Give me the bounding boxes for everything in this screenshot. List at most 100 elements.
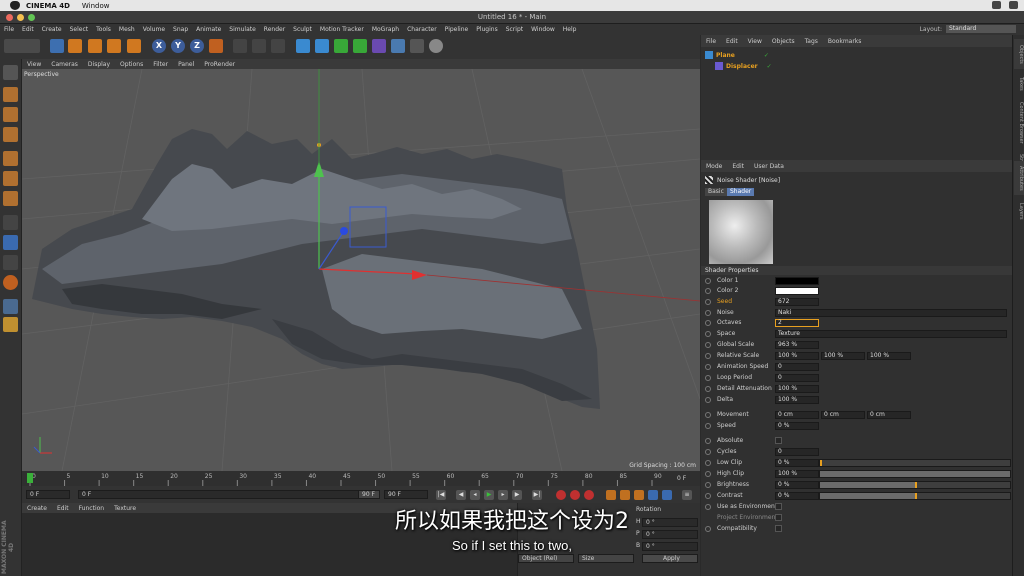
attr-menu-edit[interactable]: Edit	[727, 163, 749, 170]
menu-tools[interactable]: Tools	[92, 26, 115, 33]
points-mode-icon[interactable]	[3, 151, 18, 166]
x-axis-lock-button[interactable]: X	[152, 39, 166, 53]
undo-redo-icon[interactable]	[4, 39, 40, 53]
menu-help[interactable]: Help	[559, 26, 581, 33]
playhead[interactable]	[27, 473, 33, 483]
menu-motion-tracker[interactable]: Motion Tracker	[316, 26, 368, 33]
preview-range-start-field[interactable]: 0 F	[78, 490, 378, 499]
position-key-icon[interactable]	[606, 490, 616, 500]
material-manager-area[interactable]	[22, 513, 517, 576]
camera-icon[interactable]	[410, 39, 424, 53]
pla-key-icon[interactable]	[662, 490, 672, 500]
menu-script[interactable]: Script	[502, 26, 527, 33]
coordinate-system-icon[interactable]	[209, 39, 223, 53]
object-menu-objects[interactable]: Objects	[767, 38, 800, 45]
deformer-icon[interactable]	[372, 39, 386, 53]
menu-plugins[interactable]: Plugins	[472, 26, 502, 33]
absolute-checkbox[interactable]	[775, 437, 782, 444]
animation-speed-field[interactable]: 0	[775, 363, 819, 371]
color1-swatch[interactable]	[775, 277, 819, 285]
polygons-mode-icon[interactable]	[3, 191, 18, 206]
relative-scale-x-field[interactable]: 100 %	[775, 352, 819, 360]
menu-snap[interactable]: Snap	[169, 26, 192, 33]
edges-mode-icon[interactable]	[3, 171, 18, 186]
autokey-icon[interactable]	[570, 490, 580, 500]
project-environment-checkbox[interactable]	[775, 514, 782, 521]
menu-create[interactable]: Create	[38, 26, 66, 33]
apple-icon[interactable]	[10, 1, 20, 10]
make-editable-icon[interactable]	[3, 65, 18, 80]
light-icon[interactable]	[429, 39, 443, 53]
compatibility-checkbox[interactable]	[775, 525, 782, 532]
movement-z-field[interactable]: 0 cm	[867, 411, 911, 419]
delta-field[interactable]: 100 %	[775, 396, 819, 404]
tab-attributes[interactable]: Attributes	[1014, 161, 1024, 195]
z-axis-handle-dot[interactable]	[340, 227, 348, 235]
relative-scale-y-field[interactable]: 100 %	[821, 352, 865, 360]
cube-icon[interactable]	[296, 39, 310, 53]
menu-animate[interactable]: Animate	[192, 26, 225, 33]
tab-basic[interactable]: Basic	[705, 188, 727, 196]
record-icon[interactable]	[556, 490, 566, 500]
locking-icon[interactable]	[3, 275, 18, 290]
menu-window[interactable]: Window	[527, 26, 559, 33]
quantize-icon[interactable]	[3, 317, 18, 332]
object-menu-tags[interactable]: Tags	[800, 38, 823, 45]
scale-icon[interactable]	[88, 39, 102, 53]
previous-keyframe-icon[interactable]: ◀	[456, 490, 466, 500]
high-clip-field[interactable]: 100 %	[775, 470, 819, 478]
object-menu-file[interactable]: File	[701, 38, 721, 45]
relative-scale-z-field[interactable]: 100 %	[867, 352, 911, 360]
select-cursor-icon[interactable]	[50, 39, 64, 53]
cycles-field[interactable]: 0	[775, 448, 819, 456]
color2-swatch[interactable]	[775, 287, 819, 295]
viewport-menu-panel[interactable]: Panel	[173, 61, 199, 68]
timeline-options-icon[interactable]: ≡	[682, 490, 692, 500]
contrast-slider[interactable]	[819, 492, 1011, 500]
list-icon[interactable]	[1009, 1, 1018, 9]
menu-volume[interactable]: Volume	[139, 26, 169, 33]
menu-mesh[interactable]: Mesh	[115, 26, 139, 33]
tab-layers[interactable]: Layers	[1014, 199, 1024, 223]
movement-y-field[interactable]: 0 cm	[821, 411, 865, 419]
viewport-menu-view[interactable]: View	[22, 61, 46, 68]
scale-key-icon[interactable]	[620, 490, 630, 500]
rotate-icon[interactable]	[107, 39, 121, 53]
object-name-plane[interactable]: Plane	[716, 52, 735, 59]
detail-attenuation-field[interactable]: 100 %	[775, 385, 819, 393]
coord-h-field[interactable]: 0 °	[642, 518, 698, 527]
apply-button[interactable]: Apply	[642, 554, 698, 563]
render-picture-viewer-icon[interactable]	[252, 39, 266, 53]
global-scale-field[interactable]: 963 %	[775, 341, 819, 349]
object-menu-bookmarks[interactable]: Bookmarks	[823, 38, 867, 45]
search-icon[interactable]	[992, 1, 1001, 9]
brightness-slider[interactable]	[819, 481, 1011, 489]
object-menu-edit[interactable]: Edit	[721, 38, 743, 45]
menu-pipeline[interactable]: Pipeline	[441, 26, 472, 33]
tab-objects[interactable]: Objects	[1014, 39, 1024, 69]
axis-mode-icon[interactable]	[3, 215, 18, 230]
recent-tools-icon[interactable]	[127, 39, 141, 53]
loop-period-field[interactable]: 0	[775, 374, 819, 382]
previous-frame-icon[interactable]: ◂	[470, 490, 480, 500]
go-to-end-icon[interactable]: ▶|	[532, 490, 542, 500]
z-axis-lock-button[interactable]: Z	[190, 39, 204, 53]
menu-character[interactable]: Character	[403, 26, 441, 33]
model-mode-icon[interactable]	[3, 87, 18, 102]
use-as-environment-checkbox[interactable]	[775, 503, 782, 510]
layout-dropdown[interactable]: Standard	[946, 25, 1016, 33]
viewport-menu-cameras[interactable]: Cameras	[46, 61, 83, 68]
y-axis-lock-button[interactable]: Y	[171, 39, 185, 53]
coord-b-field[interactable]: 0 °	[642, 542, 698, 551]
next-keyframe-icon[interactable]: ▶	[512, 490, 522, 500]
timeline-ruler[interactable]: 0 5 10 15 20 25 30 35 40 45 50 55 60 65 70 75 80 85 90 0 F	[22, 471, 700, 486]
coord-p-field[interactable]: 0 °	[642, 530, 698, 539]
menu-file[interactable]: File	[0, 26, 18, 33]
menu-simulate[interactable]: Simulate	[225, 26, 260, 33]
viewport-menu-display[interactable]: Display	[83, 61, 115, 68]
menu-edit[interactable]: Edit	[18, 26, 38, 33]
workplane-mode-icon[interactable]	[3, 127, 18, 142]
high-clip-slider[interactable]	[819, 470, 1011, 478]
object-row-plane[interactable]: Plane ✓	[705, 50, 769, 60]
menu-sculpt[interactable]: Sculpt	[289, 26, 316, 33]
